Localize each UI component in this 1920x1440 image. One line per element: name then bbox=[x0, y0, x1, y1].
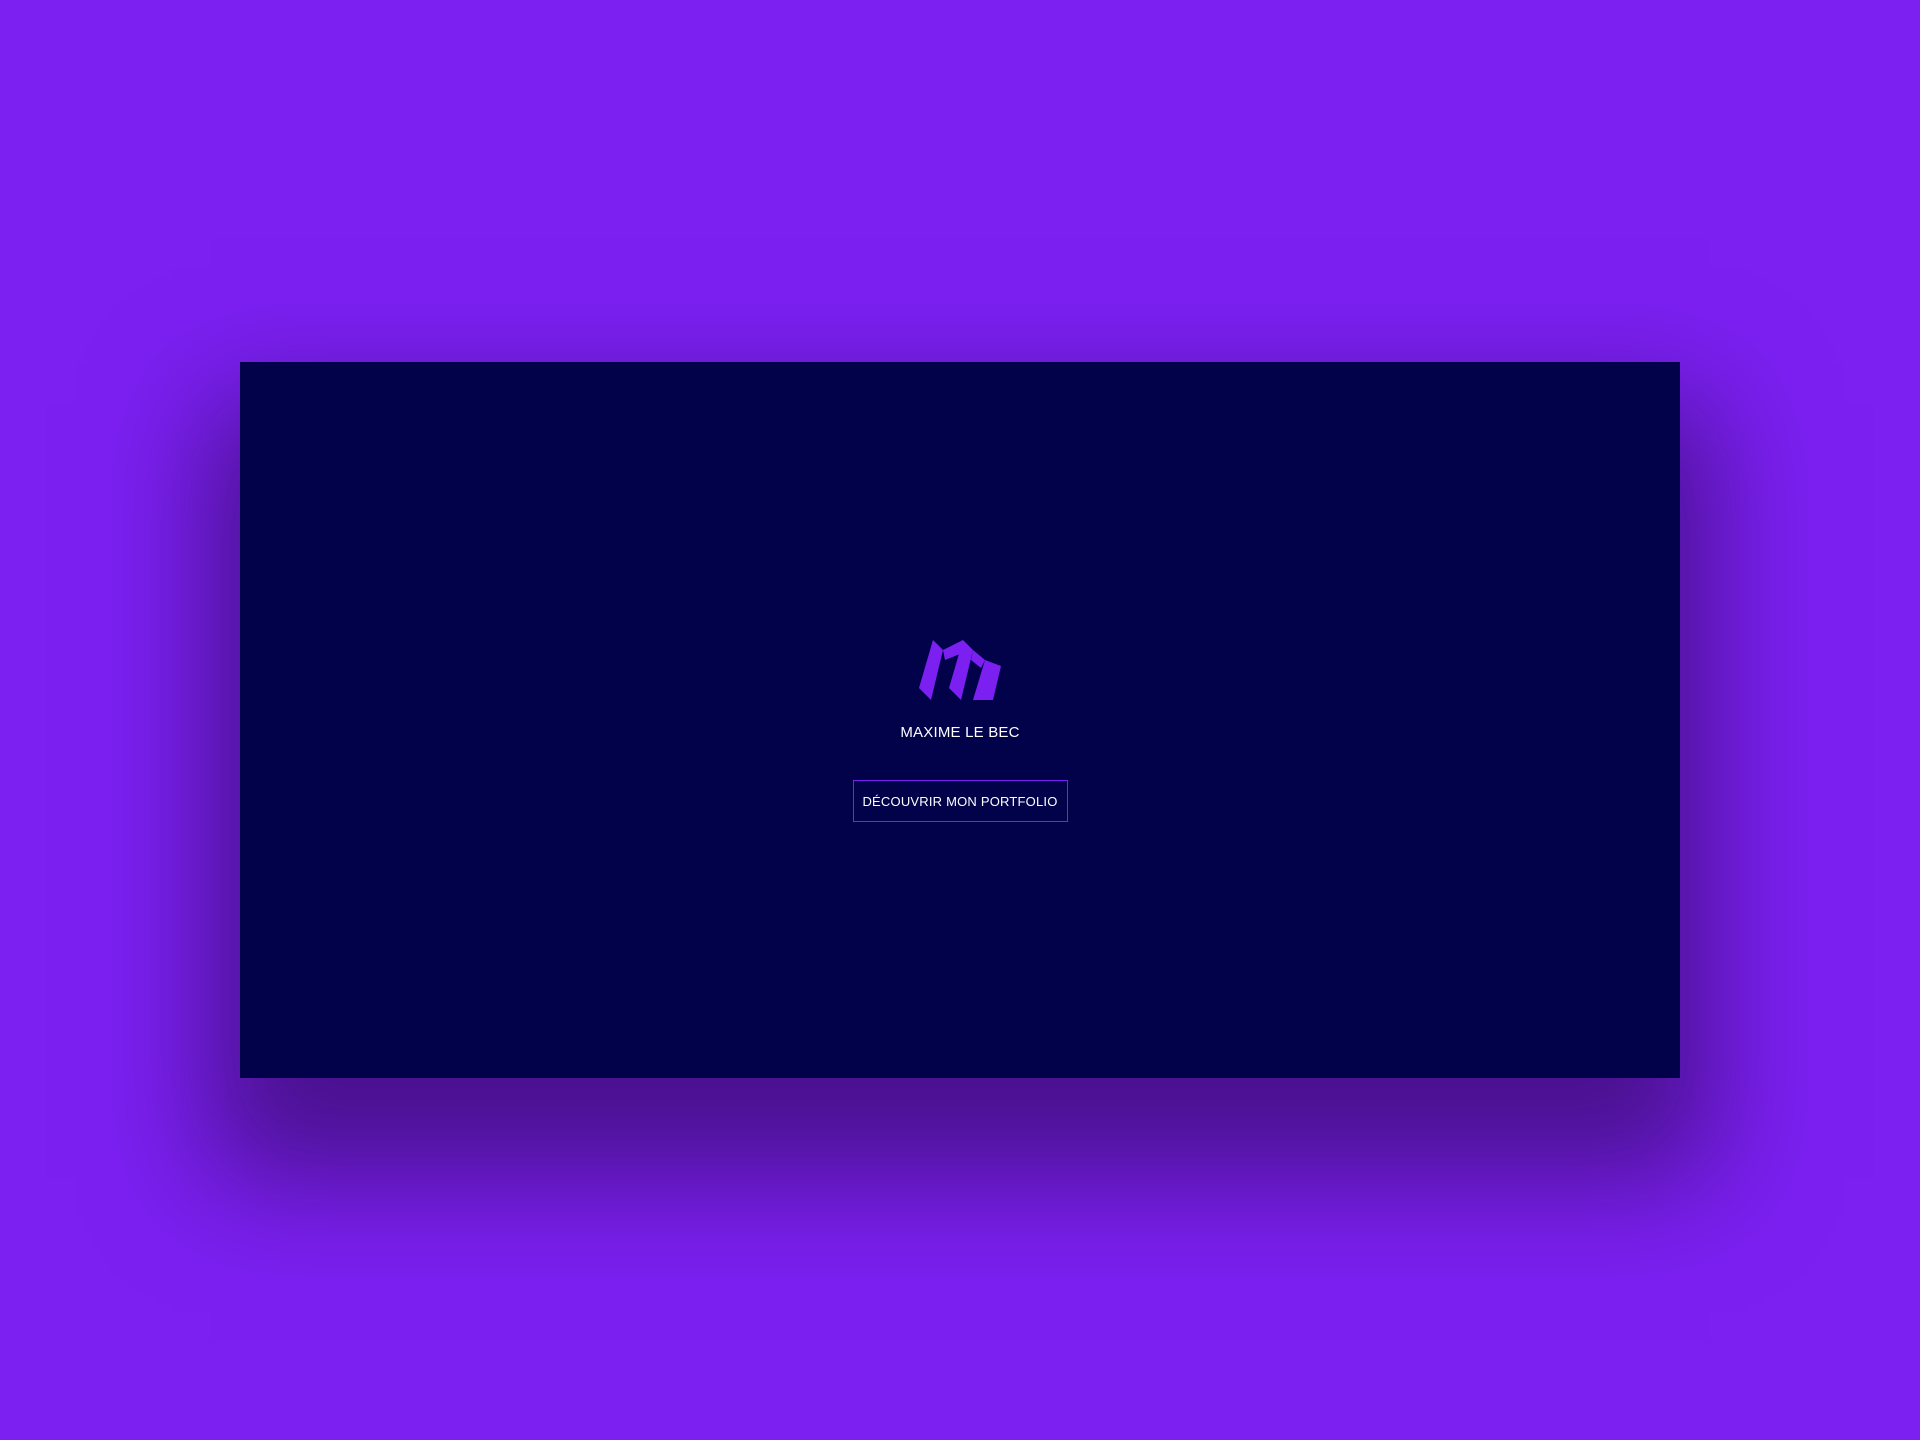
landing-panel: MAXIME LE BEC DÉCOUVRIR MON PORTFOLIO bbox=[240, 362, 1680, 1078]
discover-portfolio-button[interactable]: DÉCOUVRIR MON PORTFOLIO bbox=[852, 780, 1068, 822]
brand-name: MAXIME LE BEC bbox=[900, 724, 1020, 741]
monogram-m-icon bbox=[919, 640, 1001, 700]
hero: MAXIME LE BEC DÉCOUVRIR MON PORTFOLIO bbox=[240, 638, 1680, 822]
